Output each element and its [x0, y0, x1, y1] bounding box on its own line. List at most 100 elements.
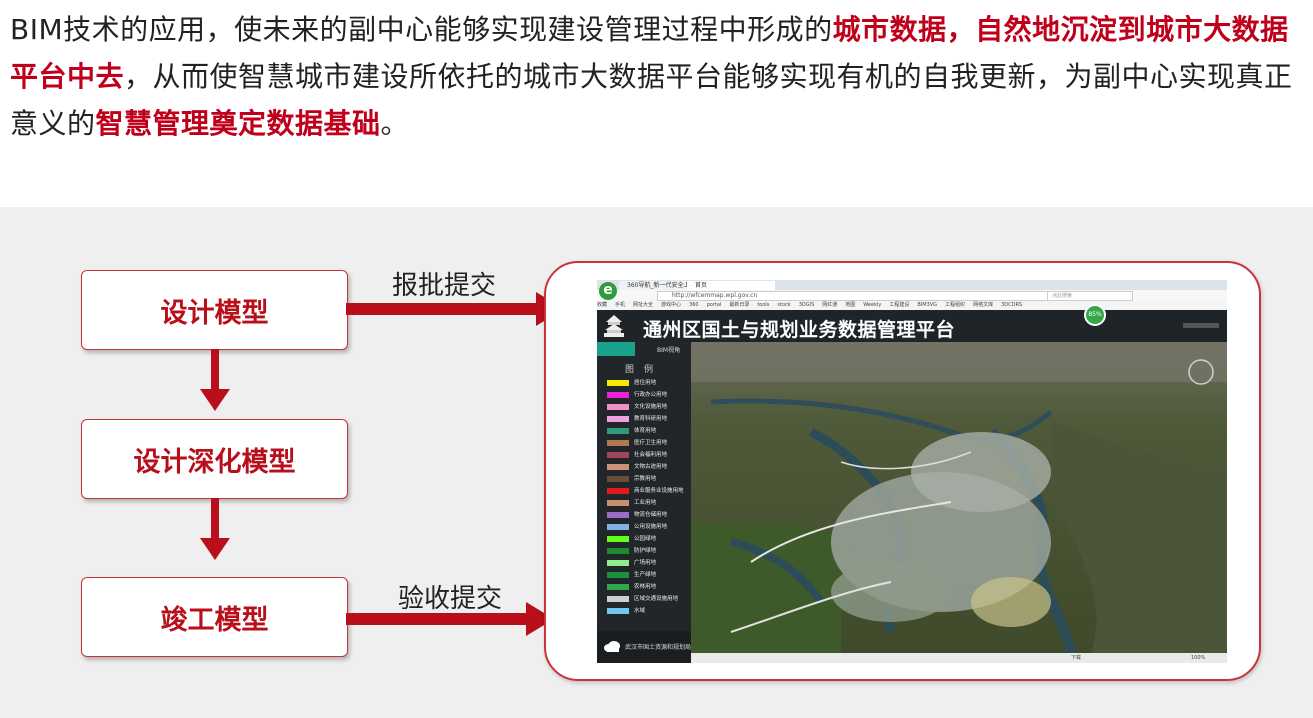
platform-screenshot: 360导航_新一代安全上网导航 首页 http://wfcemmap.wpl.g… [597, 280, 1227, 663]
legend-swatch [607, 487, 629, 494]
design-model-label: 设计模型 [160, 297, 269, 329]
legend-label: 农林用地 [634, 584, 657, 590]
city-3d-map-view[interactable] [691, 342, 1227, 653]
browser-tabbar: 360导航_新一代安全上网导航 首页 [597, 280, 1227, 298]
bookmark-item[interactable]: 网红通 [822, 302, 837, 308]
legend-swatch [607, 451, 629, 458]
as-built-model-box: 竣工模型 [81, 577, 348, 657]
legend-panel: BIM视角 图例 居住用地行政办公用地 文化设施用地 教育科研用地 体育用地医疗卫生用… [597, 342, 691, 663]
platform-title: 通州区国土与规划业务数据管理平台 [643, 319, 956, 341]
legend-swatch [607, 511, 629, 518]
legend-label: 行政办公用地 [634, 392, 668, 398]
bookmark-item[interactable]: 360 [689, 302, 699, 308]
window-controls[interactable] [1183, 323, 1219, 328]
legend-item: 行政办公用地 [607, 391, 667, 399]
legend-swatch [607, 499, 629, 506]
submit-for-acceptance-label: 验收提交 [398, 584, 503, 614]
bookmark-item[interactable]: stock [777, 302, 790, 308]
design-deepening-model-label: 设计深化模型 [133, 446, 296, 478]
browser-tab[interactable]: 360导航_新一代安全上网导航 [619, 281, 691, 298]
legend-item: 工业用地 [607, 499, 656, 507]
legend-item: 医疗卫生用地 [607, 439, 667, 447]
legend-swatch [607, 583, 629, 590]
legend-swatch [607, 439, 629, 446]
legend-swatch [607, 559, 629, 566]
legend-item: 农林用地 [607, 583, 656, 591]
bookmark-item[interactable]: BIM3VG [917, 302, 937, 308]
bookmark-item[interactable]: 地图 [845, 302, 855, 308]
url-field[interactable]: http://wfcemmap.wpl.gov.cn [657, 291, 1113, 301]
legend-tabs: BIM视角 [597, 342, 691, 356]
intro-highlight-1: 城市数据 [832, 13, 947, 46]
design-deepening-model-box: 设计深化模型 [81, 419, 348, 499]
legend-swatch [607, 379, 629, 386]
bookmark-item[interactable]: portal [707, 302, 722, 308]
legend-item: 商业服务业设施用地 [607, 487, 684, 495]
legend-label: 商业服务业设施用地 [634, 488, 684, 494]
legend-label: 体育用地 [634, 428, 657, 434]
legend-item: 社会福利用地 [607, 451, 667, 459]
intro-text-2: ， [946, 13, 976, 46]
legend-title: 图例 [624, 365, 663, 375]
bookmark-item[interactable]: 3DCDRS [1001, 302, 1022, 308]
legend-swatch [607, 535, 629, 542]
submit-for-approval-label: 报批提交 [392, 271, 497, 301]
bookmark-item[interactable]: 手机 [615, 302, 625, 308]
browser-search-field[interactable]: 点此搜索 [1047, 291, 1133, 301]
bookmark-item[interactable]: 工程建设 [889, 302, 909, 308]
bookmark-item[interactable]: 网址大全 [633, 302, 653, 308]
bookmark-item[interactable]: 最新日录 [729, 302, 749, 308]
tower-logo-icon [604, 315, 624, 337]
legend-swatch [607, 463, 629, 470]
legend-item: 教育科研用地 [607, 415, 667, 423]
status-bar: 下载 100% [691, 653, 1227, 663]
legend-swatch [607, 391, 629, 398]
legend-label: 工业用地 [634, 500, 657, 506]
legend-label: 居住用地 [634, 380, 657, 386]
bookmark-item[interactable]: 游戏中心 [661, 302, 681, 308]
legend-item: 公用设施用地 [607, 523, 667, 531]
intro-text-4: 。 [380, 107, 410, 140]
legend-item: 水域 [607, 607, 645, 615]
as-built-model-label: 竣工模型 [160, 604, 269, 636]
legend-label: 区域交通设施用地 [634, 596, 679, 602]
browser-logo: e [599, 282, 617, 300]
legend-swatch [607, 403, 629, 410]
bookmark-item[interactable]: Weekly [863, 302, 881, 308]
legend-label: 公园绿地 [634, 536, 657, 542]
legend-label: 社会福利用地 [634, 452, 668, 458]
legend-label: 水域 [634, 608, 646, 614]
legend-swatch [607, 607, 629, 614]
legend-swatch [607, 547, 629, 554]
intro-text-1: BIM技术的应用，使未来的副中心能够实现建设管理过程中形成的 [10, 13, 833, 46]
legend-label: 文物古迹用地 [634, 464, 668, 470]
legend-label: 文化设施用地 [634, 404, 668, 410]
bookmark-item[interactable]: 3DGIS [799, 302, 815, 308]
legend-item: 防护绿地 [607, 547, 656, 555]
legend-label: 公用设施用地 [634, 524, 668, 530]
legend-footer: 武汉市国土资源和规划局 [597, 631, 691, 663]
down-arrow-icon [200, 498, 230, 560]
design-model-box: 设计模型 [81, 270, 348, 350]
legend-swatch [607, 427, 629, 434]
legend-item: 物流仓储用地 [607, 511, 667, 519]
legend-tab-bim[interactable]: BIM视角 [657, 345, 680, 354]
bookmark-item[interactable]: 收藏 [597, 302, 607, 308]
bookmark-item[interactable]: 网络文库 [973, 302, 993, 308]
legend-tab-active[interactable] [597, 342, 635, 356]
legend-item: 公园绿地 [607, 535, 656, 543]
legend-item: 文物古迹用地 [607, 463, 667, 471]
legend-swatch [607, 523, 629, 530]
legend-swatch [607, 595, 629, 602]
legend-item: 生产绿地 [607, 571, 656, 579]
bookmark-item[interactable]: tools [757, 302, 769, 308]
intro-paragraph: BIM技术的应用，使未来的副中心能够实现建设管理过程中形成的城市数据，自然地沉淀… [10, 6, 1305, 147]
intro-highlight-3: 智慧管理奠定数据基础 [95, 107, 381, 140]
speed-badge: 85% [1084, 304, 1106, 326]
browser-tab-active[interactable]: 首页 [687, 281, 775, 290]
legend-label: 教育科研用地 [634, 416, 668, 422]
legend-item: 居住用地 [607, 379, 656, 387]
legend-item: 文化设施用地 [607, 403, 667, 411]
legend-item: 区域交通设施用地 [607, 595, 678, 603]
bookmark-item[interactable]: 工程组织 [945, 302, 965, 308]
